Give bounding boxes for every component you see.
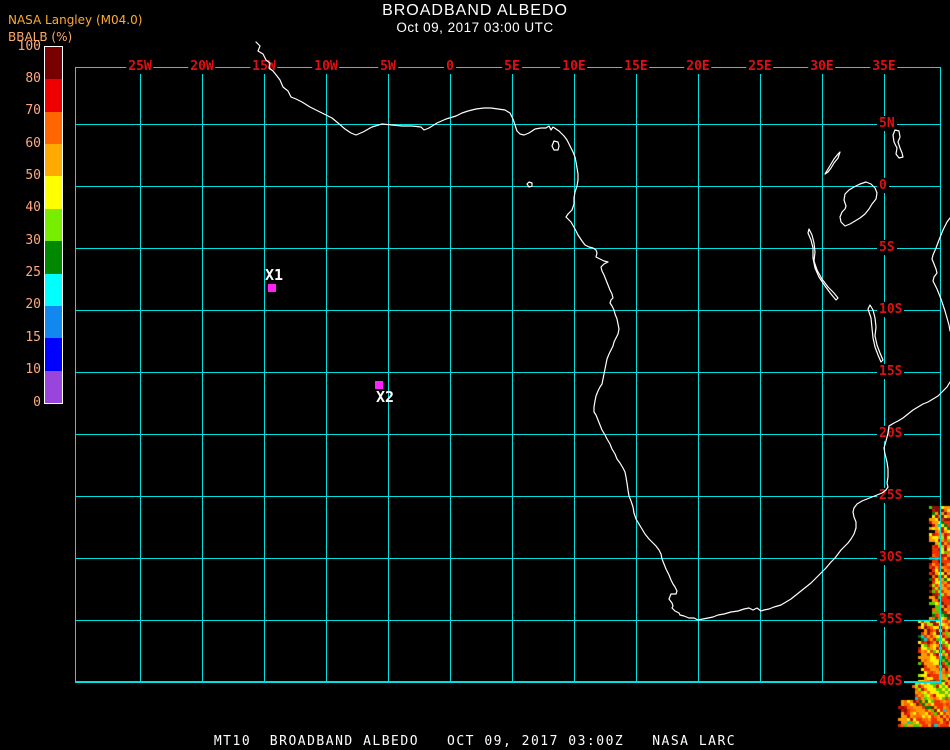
lon-label: 30E — [808, 59, 836, 74]
colorbar-segment — [45, 305, 62, 339]
gridline-horizontal — [75, 558, 941, 559]
gridline-horizontal — [75, 186, 941, 187]
marker-x1-point — [268, 284, 276, 292]
gridline-horizontal — [75, 434, 941, 435]
gridline-vertical — [636, 67, 637, 682]
colorbar-tick-label: 70 — [25, 103, 41, 119]
gridline-horizontal — [75, 372, 941, 373]
lat-label: 20S — [877, 426, 905, 441]
colorbar-tick-label: 10 — [25, 362, 41, 378]
gridline-horizontal — [75, 620, 941, 621]
lon-label: 10W — [312, 59, 340, 74]
map-frame-border — [75, 67, 941, 682]
colorbar-segment — [45, 208, 62, 242]
lat-label: 5S — [877, 240, 897, 255]
lon-label: 20E — [684, 59, 712, 74]
colorbar-tick-label: 100 — [17, 38, 41, 54]
gridline-vertical — [760, 67, 761, 682]
lon-label: 25W — [126, 59, 154, 74]
gridline-horizontal — [75, 124, 941, 125]
lon-label: 15W — [250, 59, 278, 74]
colorbar-segment — [45, 176, 62, 209]
lon-label: 15E — [622, 59, 650, 74]
colorbar-tick-label: 30 — [25, 232, 41, 248]
lon-label: 25E — [746, 59, 774, 74]
marker-x2-label: X2 — [376, 388, 395, 406]
lat-label: 35S — [877, 612, 905, 627]
gridline-vertical — [264, 67, 265, 682]
colorbar-segment — [45, 370, 62, 403]
gridline-horizontal — [75, 310, 941, 311]
colorbar-segment — [45, 144, 62, 177]
lon-label: 5W — [378, 59, 398, 74]
colorbar-tick-label: 80 — [25, 70, 41, 86]
colorbar-segment — [45, 79, 62, 112]
colorbar-tick-label: 50 — [25, 167, 41, 183]
colorbar-tick-label: 20 — [25, 297, 41, 313]
colorbar-tick-label: 15 — [25, 329, 41, 345]
colorbar-segment — [45, 273, 62, 306]
lat-label: 25S — [877, 488, 905, 503]
lat-label: 5N — [877, 116, 897, 131]
gridline-vertical — [388, 67, 389, 682]
lat-label: 15S — [877, 364, 905, 379]
gridline-vertical — [450, 67, 451, 682]
lat-label: 40S — [877, 674, 905, 689]
lon-label: 35E — [870, 59, 898, 74]
gridline-vertical — [140, 67, 141, 682]
colorbar-tick-label: 60 — [25, 135, 41, 151]
lon-label: 0 — [444, 59, 456, 74]
lat-label: 10S — [877, 302, 905, 317]
lat-label: 0 — [877, 178, 889, 193]
timestamp-subtitle: Oct 09, 2017 03:00 UTC — [396, 20, 554, 35]
gridline-vertical — [512, 67, 513, 682]
colorbar-tick-label: 40 — [25, 200, 41, 216]
colorbar-segment — [45, 47, 62, 80]
gridline-vertical — [822, 67, 823, 682]
colorbar-segment — [45, 241, 62, 274]
footer-caption: MT10 BROADBAND ALBEDO OCT 09, 2017 03:00… — [213, 734, 737, 749]
colorbar-ticks: 100 80 70 60 50 40 30 25 20 15 10 0 — [0, 0, 41, 420]
colorbar-segment — [45, 111, 62, 145]
lon-label: 5E — [502, 59, 522, 74]
lon-label: 10E — [560, 59, 588, 74]
gridline-vertical — [326, 67, 327, 682]
colorbar-tick-label: 25 — [25, 265, 41, 281]
colorbar-tick-label: 0 — [33, 394, 41, 410]
gridline-vertical — [574, 67, 575, 682]
gridline-horizontal — [75, 248, 941, 249]
colorbar-segment — [45, 338, 62, 371]
gridline-vertical — [202, 67, 203, 682]
gridline-horizontal — [75, 496, 941, 497]
lon-label: 20W — [188, 59, 216, 74]
gridline-horizontal — [75, 682, 941, 683]
colorbar — [44, 46, 63, 404]
lat-label: 30S — [877, 550, 905, 565]
gridline-vertical — [698, 67, 699, 682]
marker-x1-label: X1 — [265, 266, 284, 284]
page-title: BROADBAND ALBEDO — [382, 2, 568, 19]
albedo-map-screen: 25W 20W 15W 10W 5W 0 5E 10E 15E 20E 25E 30E 35E 5N 0 5S… — [0, 0, 950, 750]
